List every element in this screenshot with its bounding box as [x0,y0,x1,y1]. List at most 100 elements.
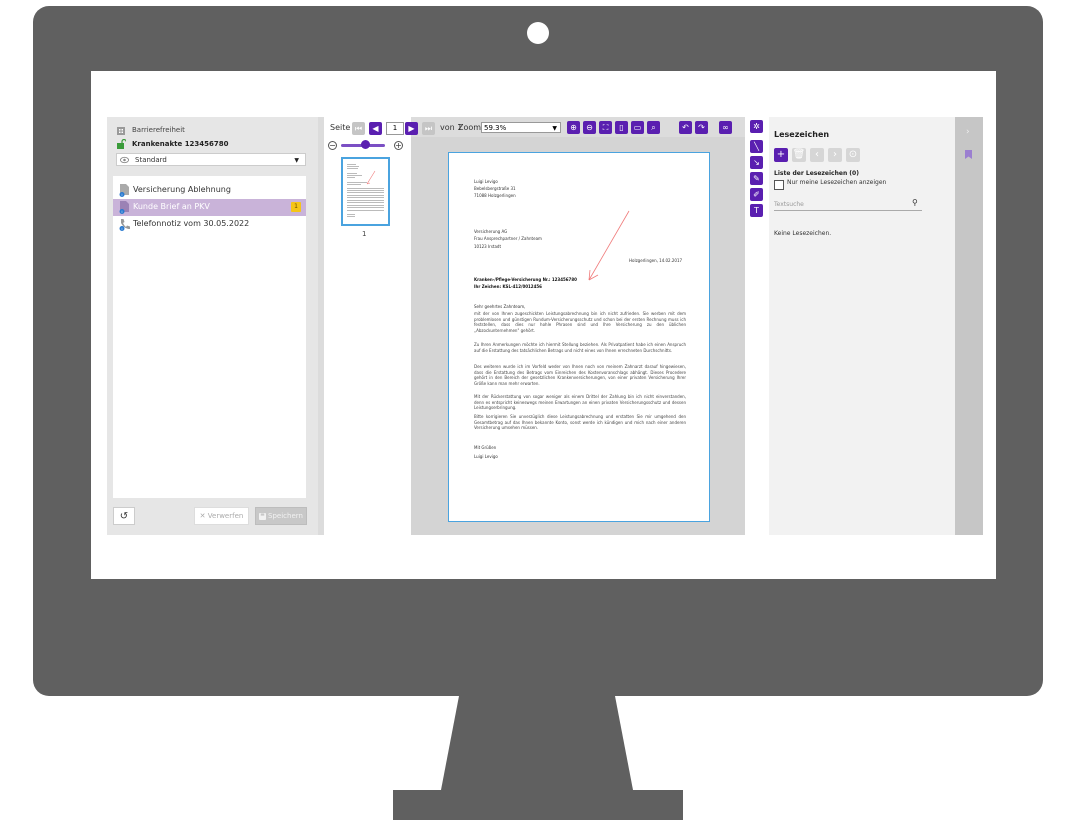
thumbnail-panel: Seite − + 1 [324,117,411,535]
first-page-button[interactable]: ⏮ [352,122,365,135]
save-button[interactable]: Speichern [255,507,307,525]
fit-page-icon[interactable]: ⛶ [599,121,612,134]
left-panel: Barrierefreiheit Krankenakte 123456780 S… [107,117,318,535]
previous-page-button[interactable]: ◀ [369,122,382,135]
document-page: Luigi Levigo Bebelsbergstraße 31 71088 H… [448,152,710,522]
monitor-stand-base [393,790,683,820]
closing: Mit Grüßen [474,445,497,450]
thumbnail-preview [347,164,384,217]
bookmark-empty-text: Keine Lesezeichen. [774,230,832,237]
zoom-out-icon[interactable]: − [328,141,337,150]
bookmark-list-label: Liste der Lesezeichen (0) [774,170,859,177]
bookmark-search-input[interactable]: Textsuche [774,199,922,211]
subject-line-2: Ihr Zeichen: KSL-412/0012456 [474,284,542,289]
arrow-annotation[interactable] [579,208,634,288]
letter-paragraph-4: Mit der Rückerstattung von sogar weniger… [474,394,686,410]
bookmark-panel: Lesezeichen + 🗑 ‹ › ⊙ Liste der Lesezeic… [769,117,955,535]
bookmark-info-icon[interactable]: ⊙ [846,148,860,162]
arrow-tool-icon[interactable]: ↘ [750,156,763,169]
floppy-disk-icon [259,512,267,520]
line-tool-icon[interactable]: ╲ [750,140,763,153]
accessibility-row[interactable]: Barrierefreiheit [116,125,185,135]
unlock-icon [117,139,126,149]
thumbnail-page-number: 1 [362,230,367,238]
highlighter-tool-icon[interactable]: ✐ [750,188,763,201]
discard-button[interactable]: ✕ Verwerfen [194,507,249,525]
signature: Luigi Levigo [474,454,498,459]
binoculars-icon[interactable]: ∞ [719,121,732,134]
zoom-label: Zoom [458,123,482,132]
pen-tool-icon[interactable]: ✎ [750,172,763,185]
zoom-select-value: 59.3% [484,124,507,132]
only-mine-checkbox[interactable] [774,180,784,190]
page-number-input[interactable]: 1 [386,122,404,135]
chevron-down-icon: ▼ [552,125,557,132]
record-title-row: Krankenakte 123456780 [116,139,229,149]
add-bookmark-button[interactable]: + [774,148,788,162]
date-line: Holzgerlingen, 14.02.2017 [629,258,683,263]
page-thumbnail[interactable] [341,157,390,226]
document-list: i Versicherung Ablehnung i Kunde Brief a… [113,176,306,498]
only-mine-label: Nur meine Lesezeichen anzeigen [787,179,887,186]
delete-bookmark-icon[interactable]: 🗑 [792,148,806,162]
building-icon [117,127,125,135]
zoom-in-icon[interactable]: + [394,141,403,150]
history-icon: ↺ [119,511,129,522]
document-icon: i [119,201,129,214]
document-item-telefonnotiz[interactable]: i Telefonnotiz vom 30.05.2022 [113,216,306,233]
next-bookmark-icon[interactable]: › [828,148,842,162]
letter-paragraph-5: Bitte korrigieren Sie unverzüglich diese… [474,414,686,430]
collapse-chevron-icon[interactable]: › [966,127,970,137]
rotate-right-icon[interactable]: ↷ [695,121,708,134]
recipient-contact: Frau Ansprechpartner / Zahnteam [474,236,542,241]
recipient-company: Versicherung AG [474,229,508,234]
accessibility-label: Barrierefreiheit [132,126,185,134]
bookmark-tab-icon[interactable] [965,150,972,159]
document-icon: i [119,184,129,197]
annotation-count-badge: 1 [291,202,301,212]
bookmark-panel-title: Lesezeichen [774,130,830,139]
zoom-slider-handle[interactable] [361,140,370,149]
zoom-select[interactable]: 59.3% ▼ [481,122,561,133]
zoom-out-button[interactable]: ⊖ [583,121,596,134]
fit-height-icon[interactable]: ▯ [615,121,628,134]
svg-text:i: i [122,227,123,231]
save-button-label: Speichern [268,512,303,520]
phone-icon: i [119,219,130,231]
monitor-screen: Barrierefreiheit Krankenakte 123456780 S… [91,71,996,579]
document-item-kunde-brief[interactable]: i Kunde Brief an PKV 1 [113,199,306,216]
view-select[interactable]: Standard ▼ [116,153,306,166]
zoom-in-button[interactable]: ⊕ [567,121,580,134]
page-label: Seite [330,123,351,132]
letter-paragraph-2: Zu Ihren Anmerkungen möchte ich hiermit … [474,342,686,353]
history-button[interactable]: ↺ [113,507,135,525]
next-page-button[interactable]: ▶ [405,122,418,135]
document-item-label: Versicherung Ablehnung [133,185,231,194]
sender-street: Bebelsbergstraße 31 [474,186,516,191]
document-viewer[interactable]: Luigi Levigo Bebelsbergstraße 31 71088 H… [411,137,745,535]
search-icon[interactable]: ⌕ [647,121,660,134]
letter-paragraph-3: Des weiteren wurde ich im Vorfeld weder … [474,364,686,386]
letter-paragraph-1: mit der von Ihnen zugeschickten Leistung… [474,311,686,333]
document-app: Barrierefreiheit Krankenakte 123456780 S… [107,117,983,535]
subject-line-1: Kranken-/Pflege-Versicherung Nr.: 123456… [474,277,577,282]
rotate-left-icon[interactable]: ↶ [679,121,692,134]
sender-city: 71088 Holzgerlingen [474,193,516,198]
text-tool-icon[interactable]: T [750,204,763,217]
svg-text:i: i [122,193,123,197]
search-icon[interactable]: ⚲ [912,198,918,207]
monitor-camera [527,22,549,44]
settings-icon[interactable]: ✲ [750,120,763,133]
salutation: Sehr geehrtes Zahnteam, [474,304,526,309]
record-title: Krankenakte 123456780 [132,140,229,148]
document-item-versicherung-ablehnung[interactable]: i Versicherung Ablehnung [113,182,306,199]
document-item-label: Telefonnotiz vom 30.05.2022 [133,219,250,228]
recipient-city: 10123 Irstadt [474,244,502,249]
view-select-value: Standard [135,155,167,164]
sender-name: Luigi Levigo [474,179,498,184]
last-page-button[interactable]: ⏭ [422,122,435,135]
previous-bookmark-icon[interactable]: ‹ [810,148,824,162]
chevron-down-icon: ▼ [294,157,299,164]
fit-width-icon[interactable]: ▭ [631,121,644,134]
eye-icon [120,156,129,164]
